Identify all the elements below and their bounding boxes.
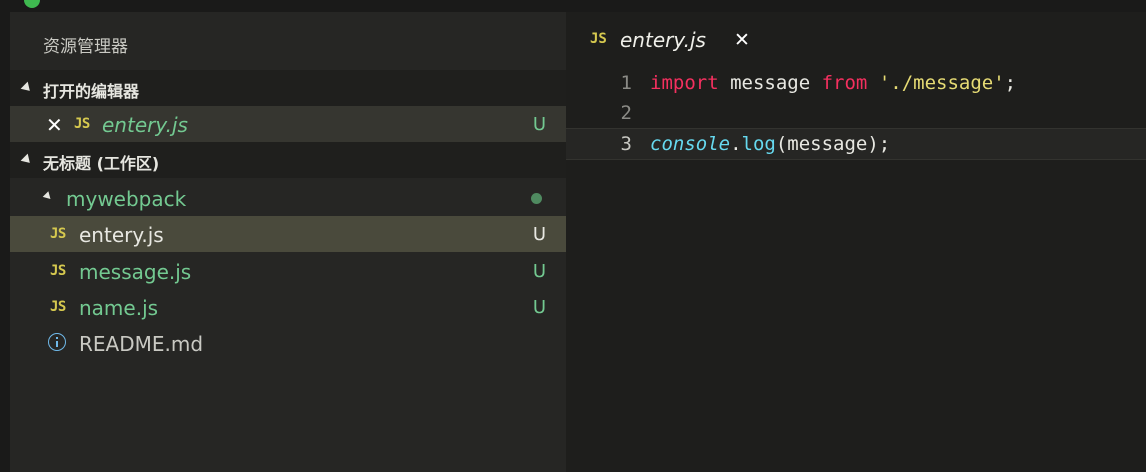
file-message-js[interactable]: JS message.js U (10, 253, 566, 289)
explorer-title-bar: 资源管理器 (10, 12, 566, 70)
code-line[interactable]: 1 import message from './message'; (566, 68, 1146, 98)
section-open-editors-label: 打开的编辑器 (43, 82, 140, 101)
code-token: log (741, 133, 776, 155)
folder-expand-icon[interactable] (42, 191, 54, 202)
file-name-js[interactable]: JS name.js U (10, 289, 566, 325)
code-token: message (718, 72, 822, 94)
folder-name: mywebpack (66, 187, 187, 211)
line-number: 2 (620, 102, 632, 124)
code-text: console.log(message); (650, 133, 890, 155)
folder-mywebpack[interactable]: mywebpack (10, 180, 566, 216)
close-icon[interactable]: ✕ (46, 113, 63, 137)
code-text: import message from './message'; (650, 72, 1016, 94)
info-icon (48, 333, 66, 351)
file-name: name.js (79, 296, 159, 320)
code-token: './message' (878, 72, 1005, 94)
window-control-icon[interactable] (24, 0, 40, 8)
line-number: 3 (620, 133, 632, 155)
code-token: (message); (775, 133, 891, 155)
file-name: entery.js (79, 223, 164, 247)
section-workspace[interactable]: 无标题 (工作区) (10, 142, 566, 178)
editor-tab-bar: JS entery.js ✕ (566, 12, 1146, 68)
explorer-title: 资源管理器 (43, 37, 128, 57)
js-icon: JS (50, 226, 66, 242)
open-editor-filename: entery.js (102, 113, 188, 137)
code-line[interactable]: 3 console.log(message); (566, 128, 1146, 160)
js-icon: JS (74, 116, 90, 132)
section-open-editors[interactable]: 打开的编辑器 (10, 70, 566, 106)
tab-label: entery.js (620, 28, 706, 52)
tab-entery-js[interactable]: JS entery.js ✕ (566, 12, 763, 68)
expand-triangle-icon[interactable] (20, 153, 34, 167)
js-icon: JS (590, 31, 607, 47)
code-token: console (650, 133, 731, 155)
section-workspace-label: 无标题 (工作区) (43, 154, 160, 173)
code-token: import (650, 72, 719, 94)
git-status-badge: U (532, 297, 546, 318)
code-token: . (730, 133, 742, 155)
js-icon: JS (50, 263, 66, 279)
js-icon: JS (50, 299, 66, 315)
git-status-badge: U (532, 114, 546, 135)
editor-pane: JS entery.js ✕ 1 import message from './m… (566, 12, 1146, 472)
modified-dot-icon (531, 193, 542, 204)
close-icon[interactable]: ✕ (734, 29, 750, 51)
code-token: from (821, 72, 868, 94)
file-name: README.md (79, 332, 204, 356)
git-status-badge: U (532, 224, 546, 245)
code-line[interactable]: 2 (566, 98, 1146, 128)
open-editor-item[interactable]: ✕ JS entery.js U (10, 106, 566, 142)
expand-triangle-icon[interactable] (20, 81, 34, 95)
explorer-sidebar: 资源管理器 打开的编辑器 ✕ JS entery.js U 无标题 (工作区) … (10, 12, 566, 472)
file-readme-md[interactable]: README.md (10, 325, 566, 361)
file-name: message.js (79, 260, 192, 284)
window-top-strip (0, 0, 1146, 12)
git-status-badge: U (532, 261, 546, 282)
file-entery-js[interactable]: JS entery.js U (10, 216, 566, 252)
line-number: 1 (620, 72, 632, 94)
code-token: ; (1004, 72, 1017, 94)
